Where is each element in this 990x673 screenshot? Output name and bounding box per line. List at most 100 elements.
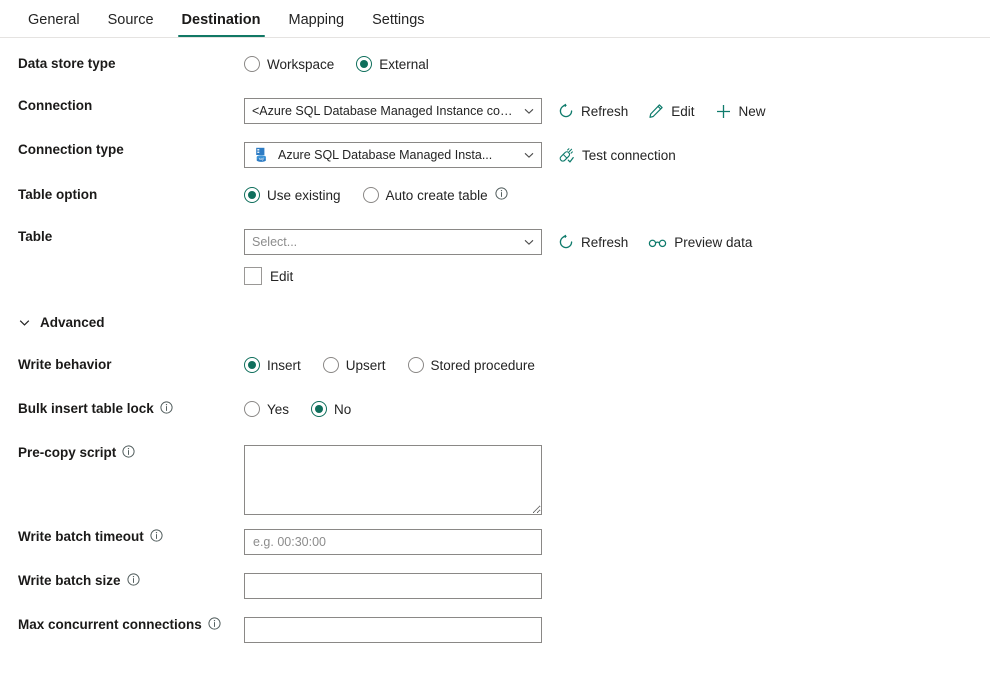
radio-workspace-label: Workspace — [267, 56, 335, 72]
write-batch-timeout-input[interactable] — [244, 529, 542, 555]
refresh-icon — [558, 103, 574, 119]
max-concurrent-connections-label: Max concurrent connections — [0, 617, 244, 633]
pre-copy-script-label: Pre-copy script — [0, 445, 244, 461]
radio-bulk-no[interactable]: No — [311, 401, 351, 417]
row-write-behavior: Write behavior Insert Upsert Stored proc… — [0, 357, 990, 391]
row-max-concurrent-connections: Max concurrent connections — [0, 617, 990, 651]
glasses-icon — [648, 236, 667, 249]
write-batch-size-label-text: Write batch size — [18, 573, 121, 588]
row-write-batch-size: Write batch size — [0, 573, 990, 607]
connection-type-label: Connection type — [0, 142, 244, 158]
pre-copy-script-textarea[interactable] — [244, 445, 542, 515]
connection-label: Connection — [0, 98, 244, 114]
radio-upsert[interactable]: Upsert — [322, 357, 386, 373]
write-behavior-label-text: Write behavior — [18, 357, 112, 372]
connection-dropdown-value: <Azure SQL Database Managed Instance con… — [252, 104, 519, 118]
tab-settings[interactable]: Settings — [358, 11, 438, 38]
write-batch-size-label: Write batch size — [0, 573, 244, 589]
radio-insert-mark — [244, 357, 260, 373]
connection-dropdown[interactable]: <Azure SQL Database Managed Instance con… — [244, 98, 542, 124]
chevron-down-icon — [18, 316, 31, 329]
radio-insert[interactable]: Insert — [244, 357, 301, 373]
refresh-icon — [558, 234, 574, 250]
connection-type-value: Azure SQL Database Managed Insta... — [278, 148, 493, 162]
radio-bulk-no-mark — [311, 401, 328, 417]
row-pre-copy-script: Pre-copy script — [0, 445, 990, 515]
row-bulk-insert-table-lock: Bulk insert table lock Yes No — [0, 401, 990, 435]
info-icon[interactable] — [150, 529, 163, 542]
table-option-radio-group: Use existing Auto create table — [244, 186, 508, 203]
info-icon[interactable] — [208, 617, 221, 630]
connection-type-commands: Test connection — [558, 147, 676, 164]
radio-external[interactable]: External — [356, 56, 429, 72]
max-concurrent-connections-label-text: Max concurrent connections — [18, 617, 202, 632]
radio-upsert-label: Upsert — [345, 357, 386, 373]
connection-refresh-button[interactable]: Refresh — [558, 103, 628, 119]
connection-edit-button[interactable]: Edit — [648, 103, 695, 119]
connection-type-dropdown[interactable]: sql Azure SQL Database Managed Insta... — [244, 142, 542, 168]
connection-commands: Refresh Edit New — [558, 103, 766, 120]
tab-destination-label: Destination — [181, 11, 261, 28]
row-table: Table Select... Refresh Preview data — [0, 229, 990, 263]
row-table-option: Table option Use existing Auto create ta… — [0, 186, 990, 221]
write-batch-size-input[interactable] — [244, 573, 542, 599]
radio-bulk-yes-mark — [244, 401, 260, 417]
radio-insert-label: Insert — [267, 357, 301, 373]
advanced-label: Advanced — [40, 315, 105, 330]
table-refresh-button[interactable]: Refresh — [558, 234, 628, 250]
row-connection-type: Connection type sql Azure SQL Database M… — [0, 142, 990, 176]
row-data-store-type: Data store type Workspace External — [0, 56, 990, 90]
info-icon[interactable] — [495, 186, 508, 200]
bulk-insert-table-lock-label-text: Bulk insert table lock — [18, 401, 154, 416]
pre-copy-script-wrap — [244, 445, 542, 515]
table-edit-checkbox[interactable]: Edit — [244, 267, 293, 285]
radio-workspace[interactable]: Workspace — [244, 56, 334, 72]
max-concurrent-connections-input[interactable] — [244, 617, 542, 643]
write-behavior-radio-group: Insert Upsert Stored procedure — [244, 357, 535, 373]
tab-general[interactable]: General — [14, 11, 94, 38]
table-dropdown-placeholder: Select... — [252, 235, 298, 249]
tab-source-label: Source — [107, 11, 154, 28]
tab-source[interactable]: Source — [94, 11, 168, 38]
tab-settings-label: Settings — [372, 11, 425, 28]
advanced-section-toggle[interactable]: Advanced — [0, 315, 105, 330]
chevron-down-icon — [523, 149, 535, 161]
pencil-icon — [648, 103, 664, 119]
table-dropdown[interactable]: Select... — [244, 229, 542, 255]
radio-bulk-yes[interactable]: Yes — [244, 401, 289, 417]
radio-workspace-mark — [244, 56, 260, 72]
connection-new-button[interactable]: New — [715, 103, 766, 120]
tab-mapping[interactable]: Mapping — [275, 12, 359, 38]
radio-use-existing-mark — [244, 187, 260, 203]
preview-data-label: Preview data — [674, 234, 753, 250]
tab-destination[interactable]: Destination — [168, 11, 275, 38]
row-advanced: Advanced — [0, 315, 990, 347]
chevron-down-icon — [523, 105, 535, 117]
write-batch-timeout-label: Write batch timeout — [0, 529, 244, 545]
write-behavior-label: Write behavior — [0, 357, 244, 373]
info-icon[interactable] — [126, 573, 140, 586]
radio-bulk-no-label: No — [334, 401, 352, 417]
bulk-insert-table-lock-label: Bulk insert table lock — [0, 401, 244, 417]
info-icon[interactable] — [160, 401, 173, 414]
preview-data-button[interactable]: Preview data — [648, 235, 752, 250]
radio-stored-procedure[interactable]: Stored procedure — [407, 357, 535, 373]
radio-stored-procedure-mark — [407, 357, 424, 373]
tab-general-label: General — [28, 11, 80, 28]
radio-stored-procedure-label: Stored procedure — [430, 357, 535, 373]
destination-settings-form: Data store type Workspace External Conne… — [0, 38, 990, 651]
write-batch-timeout-label-text: Write batch timeout — [18, 529, 144, 544]
info-icon[interactable] — [122, 445, 135, 458]
row-table-edit: Edit — [0, 267, 990, 299]
table-option-label-text: Table option — [18, 187, 98, 202]
test-connection-button[interactable]: Test connection — [558, 147, 676, 164]
pre-copy-script-label-text: Pre-copy script — [18, 445, 117, 460]
radio-use-existing-label: Use existing — [267, 187, 341, 203]
table-commands: Refresh Preview data — [558, 234, 752, 250]
connection-refresh-label: Refresh — [581, 103, 629, 119]
table-label: Table — [0, 229, 244, 245]
radio-use-existing[interactable]: Use existing — [244, 187, 341, 203]
test-connection-label: Test connection — [582, 147, 676, 163]
checkbox-mark — [244, 267, 262, 285]
radio-auto-create-table[interactable]: Auto create table — [362, 186, 508, 203]
